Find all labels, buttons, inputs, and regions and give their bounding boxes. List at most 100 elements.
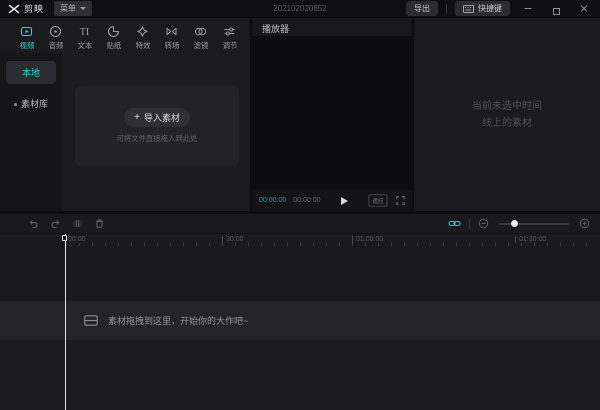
ruler-label: 00:00 bbox=[68, 236, 86, 243]
tab-label: 滤镜 bbox=[193, 40, 208, 50]
details-panel: 当前未选中时间 线上的素材 bbox=[414, 18, 600, 211]
link-toggle-button[interactable] bbox=[448, 218, 461, 229]
total-time: 00:00:00 bbox=[293, 197, 321, 204]
video-icon bbox=[20, 26, 33, 36]
import-button-label: 导入素材 bbox=[143, 113, 180, 123]
undo-icon bbox=[29, 220, 38, 229]
import-hint-text: 可将文件直接拖入到此处 bbox=[116, 134, 198, 143]
play-button[interactable] bbox=[340, 196, 348, 205]
sidebar-item-label: 本地 bbox=[21, 68, 40, 78]
empty-message-line1: 当前未选中时间 bbox=[472, 100, 542, 112]
current-time: 00:00:00 bbox=[259, 197, 287, 204]
media-panel: 视频 音频 TI 文本 贴纸 特效 转场 滤镜 调节 本地 素材库 + 导入素材… bbox=[0, 18, 250, 211]
main-track-dropzone[interactable]: 素材拖拽到这里，开始你的大作吧~ bbox=[0, 301, 600, 340]
timeline-lower-area bbox=[0, 340, 600, 410]
maximize-icon bbox=[552, 7, 560, 15]
app-logo: 剪映 bbox=[8, 2, 44, 15]
playhead-handle[interactable] bbox=[62, 235, 67, 241]
empty-message-line2: 线上的素材 bbox=[482, 117, 532, 129]
export-label: 导出 bbox=[414, 4, 430, 13]
ruler-label: 30:00 bbox=[222, 236, 244, 243]
fit-label: 适应 bbox=[372, 199, 384, 205]
tab-sticker[interactable]: 贴纸 bbox=[99, 22, 128, 53]
filter-icon bbox=[194, 27, 207, 35]
delete-icon bbox=[96, 219, 103, 228]
media-content-area: + 导入素材 可将文件直接拖入到此处 bbox=[62, 53, 250, 211]
slider-track bbox=[499, 223, 569, 225]
player-title: 播放器 bbox=[262, 24, 290, 34]
tab-filter[interactable]: 滤镜 bbox=[186, 22, 215, 53]
titlebar-separator bbox=[446, 4, 447, 13]
tab-label: 贴纸 bbox=[106, 40, 121, 50]
player-video-area bbox=[252, 36, 412, 190]
player-controls: 00:00:00 00:00:00 适应 bbox=[252, 190, 412, 211]
timeline-ruler[interactable]: 00:00 30:00 01:00:00 01:30:00 bbox=[0, 234, 600, 248]
timeline-zoom-slider[interactable] bbox=[499, 219, 569, 229]
jianying-logo-icon bbox=[8, 4, 20, 13]
timeline-empty-area bbox=[0, 248, 600, 301]
zoom-in-button[interactable] bbox=[579, 218, 590, 229]
close-button[interactable] bbox=[574, 0, 594, 17]
shortcuts-button[interactable]: 快捷键 bbox=[455, 1, 510, 16]
media-sidebar: 本地 素材库 bbox=[0, 53, 62, 211]
sidebar-item-label: 素材库 bbox=[20, 99, 48, 109]
menu-label: 菜单 bbox=[60, 4, 77, 13]
shortcuts-label: 快捷键 bbox=[478, 4, 502, 13]
tab-label: 音频 bbox=[48, 40, 63, 50]
tab-label: 视频 bbox=[19, 40, 34, 50]
tab-video[interactable]: 视频 bbox=[12, 22, 41, 53]
zoom-in-icon bbox=[579, 218, 590, 229]
app-name: 剪映 bbox=[24, 4, 45, 14]
tab-label: 文本 bbox=[77, 40, 92, 50]
playhead[interactable] bbox=[65, 234, 66, 410]
zoom-out-button[interactable] bbox=[478, 218, 489, 229]
split-button[interactable] bbox=[72, 218, 83, 229]
text-icon: TI bbox=[80, 27, 89, 38]
empty-selection-message: 当前未选中时间 线上的素材 bbox=[414, 98, 600, 132]
svg-text:TI: TI bbox=[80, 27, 89, 38]
timeline-panel: 00:00 30:00 01:00:00 01:30:00 素材拖拽到这里，开始… bbox=[0, 214, 600, 410]
track-hint-text: 素材拖拽到这里，开始你的大作吧~ bbox=[108, 316, 249, 326]
audio-icon bbox=[49, 25, 62, 37]
tab-effects[interactable]: 特效 bbox=[128, 22, 157, 53]
sidebar-item-library[interactable]: 素材库 bbox=[6, 92, 56, 115]
undo-button[interactable] bbox=[28, 218, 39, 229]
link-icon bbox=[448, 220, 461, 227]
tab-text[interactable]: TI 文本 bbox=[70, 22, 99, 53]
slider-thumb[interactable] bbox=[511, 219, 518, 227]
fullscreen-button[interactable] bbox=[396, 196, 405, 205]
export-button[interactable]: 导出 bbox=[406, 1, 438, 16]
delete-button[interactable] bbox=[94, 218, 105, 229]
ruler-label: 01:00:00 bbox=[352, 236, 383, 243]
sticker-icon bbox=[107, 25, 120, 37]
sidebar-item-local[interactable]: 本地 bbox=[6, 61, 56, 84]
player-panel: 播放器 00:00:00 00:00:00 适应 bbox=[252, 18, 412, 211]
toolbar-separator bbox=[469, 218, 470, 229]
menu-dropdown[interactable]: 菜单 bbox=[54, 1, 93, 16]
ruler-ticks bbox=[66, 243, 596, 246]
minimize-button[interactable] bbox=[518, 0, 538, 17]
titlebar: 剪映 菜单 202102020852 导出 快捷键 bbox=[0, 0, 600, 17]
media-track-icon bbox=[84, 315, 98, 326]
zoom-out-icon bbox=[478, 218, 489, 229]
tab-audio[interactable]: 音频 bbox=[41, 22, 70, 53]
minimize-icon bbox=[524, 8, 532, 9]
maximize-button[interactable] bbox=[546, 3, 566, 15]
chevron-down-icon bbox=[80, 7, 87, 10]
tab-label: 特效 bbox=[135, 40, 150, 50]
import-dropzone[interactable]: + 导入素材 可将文件直接拖入到此处 bbox=[75, 86, 239, 166]
media-tabbar: 视频 音频 TI 文本 贴纸 特效 转场 滤镜 调节 bbox=[0, 18, 250, 53]
tab-transition[interactable]: 转场 bbox=[157, 22, 186, 53]
transition-icon bbox=[166, 27, 177, 35]
tab-adjust[interactable]: 调节 bbox=[215, 22, 244, 53]
split-icon bbox=[73, 220, 82, 227]
redo-button[interactable] bbox=[50, 218, 61, 229]
bullet-icon bbox=[13, 103, 17, 107]
tab-label: 调节 bbox=[222, 40, 237, 50]
timeline-toolbar bbox=[0, 214, 600, 234]
ruler-label: 01:30:00 bbox=[515, 236, 546, 243]
plus-icon: + bbox=[134, 111, 140, 123]
fit-ratio-button[interactable]: 适应 bbox=[368, 194, 388, 207]
import-material-button[interactable]: + 导入素材 bbox=[124, 108, 190, 127]
keyboard-icon bbox=[463, 4, 474, 13]
